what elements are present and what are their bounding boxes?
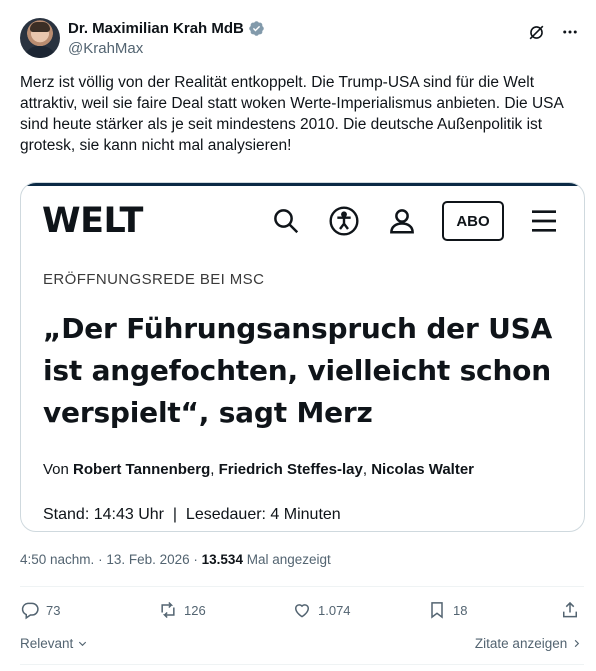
- chevron-down-icon: [78, 641, 87, 647]
- repost-icon: [161, 601, 175, 619]
- sort-label: Relevant: [20, 636, 74, 651]
- card-top-border: [21, 183, 584, 186]
- author-name: Robert Tannenberg: [73, 461, 211, 478]
- view-count: 13.534: [201, 552, 243, 567]
- share-icon: [563, 601, 577, 618]
- display-name[interactable]: Dr. Maximilian Krah MdB: [68, 20, 244, 37]
- bookmark-button[interactable]: 18: [427, 600, 467, 620]
- search-icon: [268, 203, 304, 239]
- article-kicker: ERÖFFNUNGSREDE BEI MSC: [43, 271, 265, 288]
- divider: [20, 664, 584, 665]
- reply-button[interactable]: 73: [20, 600, 60, 620]
- tweet-header: Dr. Maximilian Krah MdB @KrahMax: [20, 14, 580, 62]
- abo-button: ABO: [442, 201, 504, 241]
- accessibility-icon: [326, 203, 362, 239]
- verified-badge-icon: [249, 21, 264, 36]
- like-icon: [294, 604, 310, 618]
- chevron-right-icon: [574, 639, 580, 648]
- article-stand: Stand: 14:43 Uhr: [43, 506, 164, 523]
- action-bar: 73 126 1.074 18: [20, 600, 582, 624]
- article-authors: Von Robert Tannenberg, Friedrich Steffes…: [43, 461, 474, 478]
- meta-separator: |: [168, 506, 186, 523]
- tweet-meta: 4:50 nachm. · 13. Feb. 2026 · 13.534 Mal…: [20, 552, 331, 567]
- link-card[interactable]: WELT ABO ERÖFFNUNGSREDE BEI MSC „Der Füh…: [20, 182, 585, 532]
- authors-prefix: Von: [43, 461, 69, 478]
- user-icon: [384, 203, 420, 239]
- welt-nav-icons: ABO: [246, 201, 562, 241]
- sort-dropdown[interactable]: Relevant: [20, 636, 88, 651]
- article-read-time: Lesedauer: 4 Minuten: [185, 506, 341, 523]
- article-headline: „Der Führungsanspruch der USA ist angefo…: [43, 312, 553, 429]
- reply-icon: [21, 602, 39, 620]
- author-name: Friedrich Steffes-lay: [218, 461, 363, 478]
- welt-logo: WELT: [42, 201, 143, 241]
- menu-icon: [526, 203, 562, 239]
- share-button[interactable]: [560, 600, 580, 620]
- grok-slash-icon[interactable]: [526, 22, 546, 42]
- divider: [20, 586, 584, 587]
- views-label: Mal angezeigt: [246, 552, 331, 567]
- view-quotes-link[interactable]: Zitate anzeigen: [475, 636, 582, 651]
- bookmark-count: 18: [453, 602, 468, 618]
- repost-count: 126: [184, 602, 206, 618]
- avatar[interactable]: [20, 18, 60, 58]
- author-name: Nicolas Walter: [371, 461, 474, 478]
- like-count: 1.074: [318, 602, 351, 618]
- reply-count: 73: [46, 602, 61, 618]
- name-row: Dr. Maximilian Krah MdB: [68, 20, 265, 37]
- article-meta: Stand: 14:43 Uhr | Lesedauer: 4 Minuten: [43, 506, 341, 524]
- handle[interactable]: @KrahMax: [68, 40, 143, 57]
- tweet-time[interactable]: 4:50 nachm.: [20, 552, 94, 567]
- header-actions: [526, 22, 580, 42]
- repost-button[interactable]: 126: [158, 600, 206, 620]
- tweet-date[interactable]: 13. Feb. 2026: [106, 552, 189, 567]
- view-quotes-label: Zitate anzeigen: [474, 636, 568, 651]
- more-icon[interactable]: [560, 22, 580, 42]
- bookmark-icon: [431, 602, 443, 619]
- tweet-text: Merz ist völlig von der Realität entkopp…: [20, 74, 563, 154]
- like-button[interactable]: 1.074: [292, 600, 351, 620]
